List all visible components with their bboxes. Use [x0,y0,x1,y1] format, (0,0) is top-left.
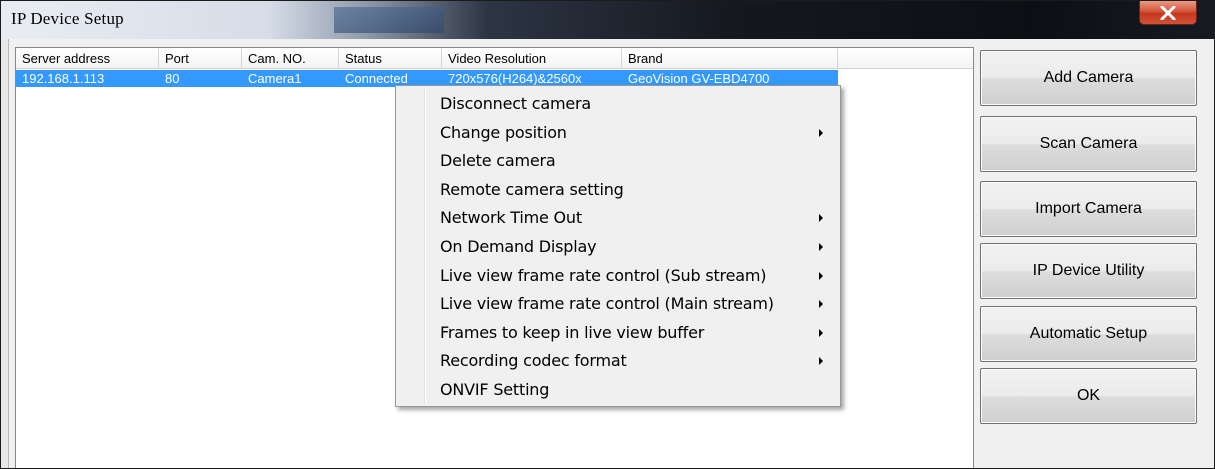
submenu-arrow-icon [819,357,823,365]
menu-item-live-view-frame-rate-main[interactable]: Live view frame rate control (Main strea… [398,289,838,317]
menu-item-frames-to-keep[interactable]: Frames to keep in live view buffer [398,318,838,346]
menu-item-delete-camera[interactable]: Delete camera [398,146,838,174]
ip-device-setup-window: IP Device Setup Server address Port Cam.… [0,0,1215,469]
column-header-status[interactable]: Status [339,48,442,69]
ok-button[interactable]: OK [980,368,1197,424]
cell-server-address: 192.168.1.113 [22,71,105,86]
submenu-arrow-icon [819,243,823,251]
automatic-setup-button[interactable]: Automatic Setup [980,306,1197,362]
ip-device-utility-button[interactable]: IP Device Utility [980,243,1197,299]
window-title: IP Device Setup [11,9,124,28]
menu-item-label: Delete camera [440,151,556,170]
context-menu: Disconnect camera Change position Delete… [395,85,841,407]
menu-item-label: ONVIF Setting [440,380,550,399]
menu-item-disconnect-camera[interactable]: Disconnect camera [398,89,838,117]
submenu-arrow-icon [819,272,823,280]
menu-item-label: Change position [440,123,567,142]
column-header-video-resolution[interactable]: Video Resolution [442,48,622,69]
menu-item-live-view-frame-rate-sub[interactable]: Live view frame rate control (Sub stream… [398,261,838,289]
menu-item-change-position[interactable]: Change position [398,118,838,146]
add-camera-button[interactable]: Add Camera [980,50,1197,106]
title-bar[interactable]: IP Device Setup [1,1,1214,39]
submenu-arrow-icon [819,300,823,308]
menu-item-network-time-out[interactable]: Network Time Out [398,203,838,231]
menu-item-label: Network Time Out [440,208,582,227]
column-header-server-address[interactable]: Server address [16,48,159,69]
close-icon [1160,5,1176,20]
submenu-arrow-icon [819,214,823,222]
menu-item-label: Disconnect camera [440,94,591,113]
submenu-arrow-icon [819,329,823,337]
menu-item-label: Recording codec format [440,351,627,370]
cell-port: 80 [165,71,180,86]
close-button[interactable] [1139,1,1197,25]
menu-item-label: Remote camera setting [440,180,624,199]
list-header: Server address Port Cam. NO. Status Vide… [16,48,973,69]
menu-item-label: Frames to keep in live view buffer [440,323,705,342]
column-header-brand[interactable]: Brand [622,48,838,69]
column-header-filler [838,48,973,69]
menu-item-label: Live view frame rate control (Main strea… [440,294,774,313]
column-header-cam-no[interactable]: Cam. NO. [242,48,339,69]
menu-item-label: On Demand Display [440,237,597,256]
menu-item-onvif-setting[interactable]: ONVIF Setting [398,375,838,403]
menu-item-remote-camera-setting[interactable]: Remote camera setting [398,175,838,203]
cell-cam-no: Camera1 [248,71,302,86]
background-window-ghost [334,7,444,33]
scan-camera-button[interactable]: Scan Camera [980,116,1197,172]
menu-item-on-demand-display[interactable]: On Demand Display [398,232,838,260]
submenu-arrow-icon [819,129,823,137]
import-camera-button[interactable]: Import Camera [980,181,1197,237]
menu-item-recording-codec-format[interactable]: Recording codec format [398,346,838,374]
menu-item-label: Live view frame rate control (Sub stream… [440,266,767,285]
window-left-edge [1,39,9,468]
column-header-port[interactable]: Port [159,48,242,69]
